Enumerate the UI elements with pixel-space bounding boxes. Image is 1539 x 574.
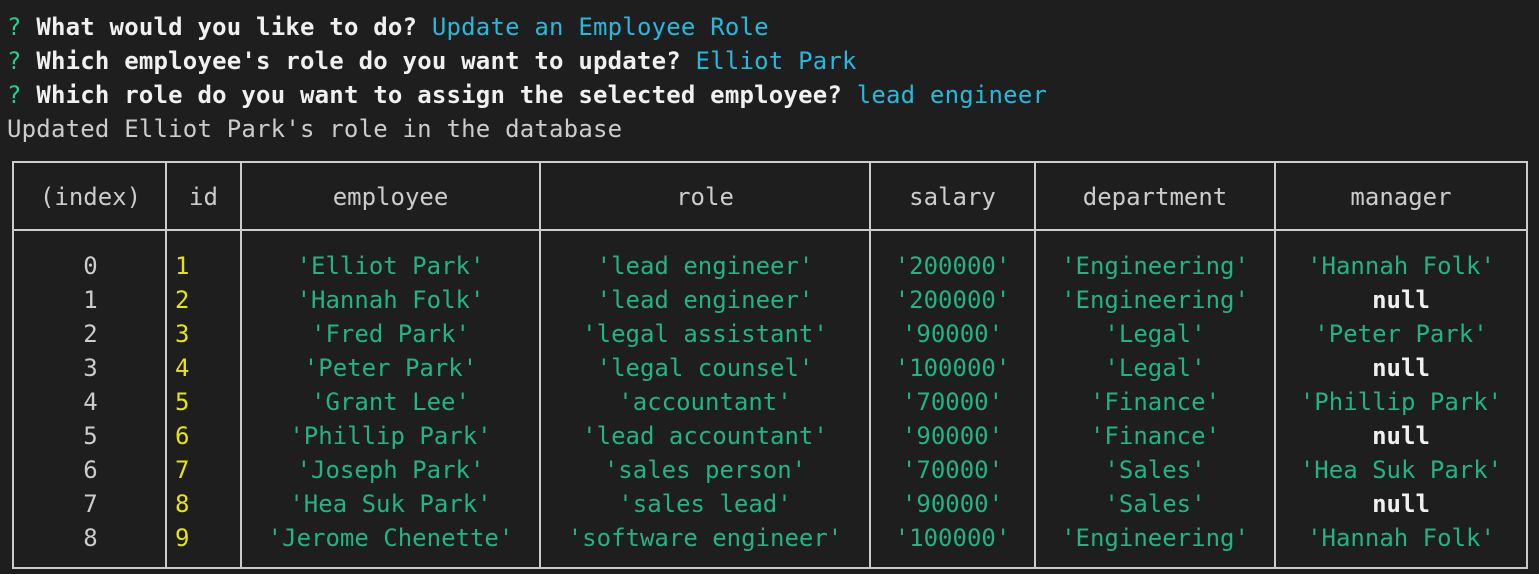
cell-department: 'Sales' <box>1104 490 1206 518</box>
header-salary: salary <box>909 183 996 211</box>
cell-id: 4 <box>175 354 190 382</box>
prompt-line-role: ? Which role do you want to assign the s… <box>7 78 1047 112</box>
header-index: (index) <box>39 183 142 211</box>
prompt-question-mark: ? <box>7 81 22 109</box>
cell-salary: '100000' <box>894 354 1011 382</box>
cell-role: 'lead engineer' <box>596 252 814 280</box>
cell-manager: 'Hea Suk Park' <box>1299 456 1503 484</box>
status-message: Updated Elliot Park's role in the databa… <box>7 115 623 143</box>
cell-id: 5 <box>175 388 190 416</box>
cell-employee: 'Peter Park' <box>303 354 478 382</box>
cell-index: 6 <box>83 456 98 484</box>
cell-role: 'sales person' <box>603 456 807 484</box>
cell-manager: 'Phillip Park' <box>1299 388 1503 416</box>
prompt-line-action: ? What would you like to do? Update an E… <box>7 10 769 44</box>
cell-index: 3 <box>83 354 98 382</box>
prompt-answer: lead engineer <box>856 81 1048 109</box>
cell-manager: null <box>1372 354 1430 382</box>
prompt-question: Which role do you want to assign the sel… <box>36 81 843 109</box>
cell-index: 2 <box>83 320 98 348</box>
cell-department: 'Sales' <box>1104 456 1206 484</box>
cell-salary: '90000' <box>901 320 1004 348</box>
cell-index: 4 <box>83 388 98 416</box>
prompt-question-mark: ? <box>7 13 22 41</box>
cell-salary: '100000' <box>894 524 1011 552</box>
cell-id: 8 <box>175 490 190 518</box>
cell-index: 8 <box>83 524 98 552</box>
cell-employee: 'Joseph Park' <box>296 456 485 484</box>
cell-id: 6 <box>175 422 190 450</box>
cell-role: 'lead engineer' <box>596 286 814 314</box>
cell-role: 'sales lead' <box>618 490 792 518</box>
cell-id: 3 <box>175 320 190 348</box>
prompt-question: Which employee's role do you want to upd… <box>36 47 681 75</box>
cell-role: 'software engineer' <box>567 524 843 552</box>
cell-role: 'legal assistant' <box>582 320 828 348</box>
header-role: role <box>676 183 734 211</box>
cell-manager: null <box>1372 286 1430 314</box>
prompt-question-mark: ? <box>7 47 22 75</box>
cell-employee: 'Elliot Park' <box>296 252 485 280</box>
cell-salary: '90000' <box>901 422 1004 450</box>
cell-manager: 'Hannah Folk' <box>1307 252 1495 280</box>
header-id: id <box>189 183 218 211</box>
cell-department: 'Legal' <box>1104 320 1206 348</box>
prompt-answer: Elliot Park <box>695 47 857 75</box>
cell-employee: 'Grant Lee' <box>311 388 470 416</box>
cell-department: 'Engineering' <box>1061 252 1249 280</box>
cell-employee: 'Jerome Chenette' <box>267 524 514 552</box>
cell-index: 5 <box>83 422 98 450</box>
header-manager: manager <box>1350 183 1452 211</box>
cell-salary: '70000' <box>901 388 1004 416</box>
cell-department: 'Finance' <box>1089 388 1221 416</box>
cell-role: 'accountant' <box>618 388 792 416</box>
cell-id: 9 <box>175 524 190 552</box>
cell-index: 7 <box>83 490 98 518</box>
prompt-question: What would you like to do? <box>36 13 418 41</box>
cell-department: 'Engineering' <box>1061 524 1249 552</box>
cell-id: 2 <box>175 286 190 314</box>
cell-employee: 'Phillip Park' <box>289 422 492 450</box>
cell-salary: '90000' <box>901 490 1004 518</box>
prompt-line-employee: ? Which employee's role do you want to u… <box>7 44 857 78</box>
cell-salary: '70000' <box>901 456 1004 484</box>
cell-manager: null <box>1372 490 1430 518</box>
cell-employee: 'Fred Park' <box>311 320 470 348</box>
cell-manager: 'Peter Park' <box>1314 320 1488 348</box>
cell-id: 7 <box>175 456 190 484</box>
terminal-output: ? What would you like to do? Update an E… <box>0 0 1539 574</box>
cell-index: 1 <box>83 286 98 314</box>
prompt-answer: Update an Employee Role <box>431 13 769 41</box>
cell-salary: '200000' <box>894 286 1011 314</box>
cell-salary: '200000' <box>894 252 1011 280</box>
cell-role: 'legal counsel' <box>596 354 814 382</box>
employee-table: (index) id employee role salary department man… <box>12 161 1528 569</box>
cell-employee: 'Hea Suk Park' <box>289 490 492 518</box>
header-department: department <box>1082 183 1228 211</box>
cell-department: 'Engineering' <box>1061 286 1249 314</box>
header-employee: employee <box>332 183 449 211</box>
cell-manager: 'Hannah Folk' <box>1307 524 1495 552</box>
cell-department: 'Finance' <box>1089 422 1221 450</box>
cell-employee: 'Hannah Folk' <box>296 286 485 314</box>
cell-id: 1 <box>175 252 190 280</box>
cell-department: 'Legal' <box>1104 354 1206 382</box>
cell-manager: null <box>1372 422 1430 450</box>
cell-role: 'lead accountant' <box>582 422 828 450</box>
cell-index: 0 <box>83 252 98 280</box>
